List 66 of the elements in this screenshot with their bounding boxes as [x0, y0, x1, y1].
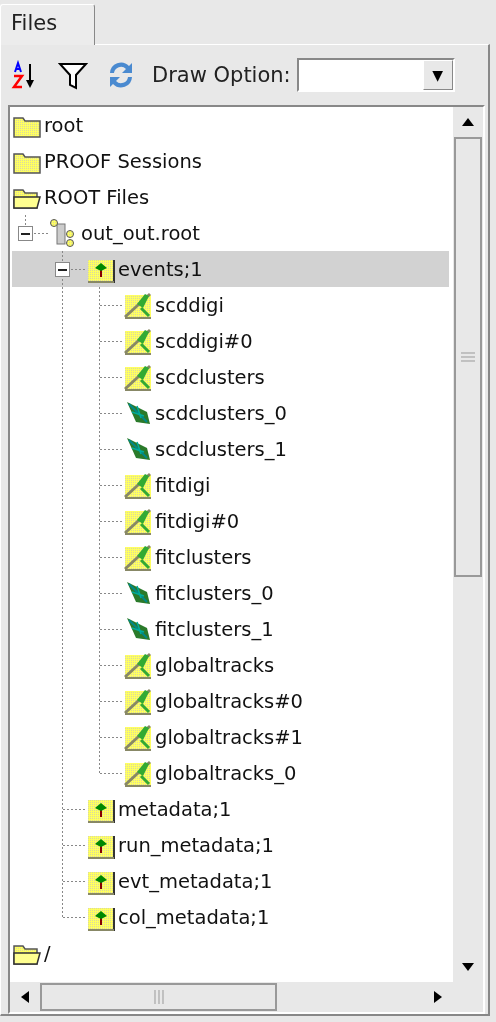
branch-icon — [123, 506, 153, 536]
tree-item[interactable]: col_metadata;1 — [12, 899, 449, 935]
branch-icon — [123, 542, 153, 572]
tree-item[interactable]: scdclusters_0 — [12, 395, 449, 431]
collapse-button[interactable] — [55, 262, 70, 277]
tree-item[interactable]: fitdigi — [12, 467, 449, 503]
tree-item[interactable]: scdclusters — [12, 359, 449, 395]
branch-icon — [123, 362, 153, 392]
tree-item[interactable]: scddigi — [12, 287, 449, 323]
dropdown-button[interactable]: ▼ — [422, 60, 453, 90]
draw-option-label: Draw Option: — [152, 63, 291, 87]
branch-icon — [123, 650, 153, 680]
item-label: evt_metadata;1 — [118, 869, 273, 893]
tree-item[interactable]: scddigi#0 — [12, 323, 449, 359]
item-label: out_out.root — [81, 221, 200, 245]
item-label: fitclusters_1 — [155, 617, 274, 641]
item-label: PROOF Sessions — [44, 149, 202, 173]
item-label: scddigi — [155, 293, 224, 317]
item-label: / — [44, 941, 51, 965]
item-label: globaltracks#0 — [155, 689, 303, 713]
item-label: scdclusters — [155, 365, 265, 389]
vertical-scrollbar-thumb[interactable] — [454, 137, 482, 577]
tree-item[interactable]: events;1 — [12, 251, 449, 287]
item-label: run_metadata;1 — [118, 833, 274, 857]
tree-item[interactable]: PROOF Sessions — [12, 143, 449, 179]
item-label: scddigi#0 — [155, 329, 253, 353]
item-label: scdclusters_0 — [155, 401, 287, 425]
tree-item[interactable]: fitclusters_1 — [12, 611, 449, 647]
item-label: events;1 — [118, 257, 203, 281]
item-label: fitdigi#0 — [155, 509, 240, 533]
tree-item[interactable]: out_out.root — [12, 215, 449, 251]
draw-option-combobox[interactable]: ▼ — [296, 58, 455, 92]
tree-item[interactable]: globaltracks#1 — [12, 719, 449, 755]
item-label: globaltracks — [155, 653, 275, 677]
item-label: ROOT Files — [44, 185, 150, 209]
files-tab[interactable]: Files — [0, 4, 95, 45]
tree-item[interactable]: globaltracks — [12, 647, 449, 683]
branch-icon — [123, 722, 153, 752]
tree-item[interactable]: ROOT Files — [12, 179, 449, 215]
tree-item[interactable]: fitclusters — [12, 539, 449, 575]
branch-icon — [123, 686, 153, 716]
item-label: fitdigi — [155, 473, 211, 497]
item-label: fitclusters — [155, 545, 252, 569]
item-label: globaltracks#1 — [155, 725, 303, 749]
item-label: globaltracks_0 — [155, 761, 297, 785]
tree-item[interactable]: globaltracks#0 — [12, 683, 449, 719]
collapse-button[interactable] — [18, 226, 33, 241]
item-label: col_metadata;1 — [118, 905, 270, 929]
branch-icon — [123, 470, 153, 500]
tree-item[interactable]: root — [12, 107, 449, 143]
tree-item[interactable]: / — [12, 935, 449, 971]
item-label: fitclusters_0 — [155, 581, 274, 605]
item-label: root — [44, 113, 84, 137]
item-label: metadata;1 — [118, 797, 232, 821]
branch-icon — [123, 758, 153, 788]
tree-item[interactable]: evt_metadata;1 — [12, 863, 449, 899]
item-label: scdclusters_1 — [155, 437, 287, 461]
tree-item[interactable]: fitclusters_0 — [12, 575, 449, 611]
tree-item[interactable]: metadata;1 — [12, 791, 449, 827]
tree-item[interactable]: run_metadata;1 — [12, 827, 449, 863]
branch-icon — [123, 290, 153, 320]
branch-icon — [123, 326, 153, 356]
tree-item[interactable]: globaltracks_0 — [12, 755, 449, 791]
tree-item[interactable]: scdclusters_1 — [12, 431, 449, 467]
horizontal-scrollbar-thumb[interactable] — [40, 983, 277, 1011]
tree-item[interactable]: fitdigi#0 — [12, 503, 449, 539]
